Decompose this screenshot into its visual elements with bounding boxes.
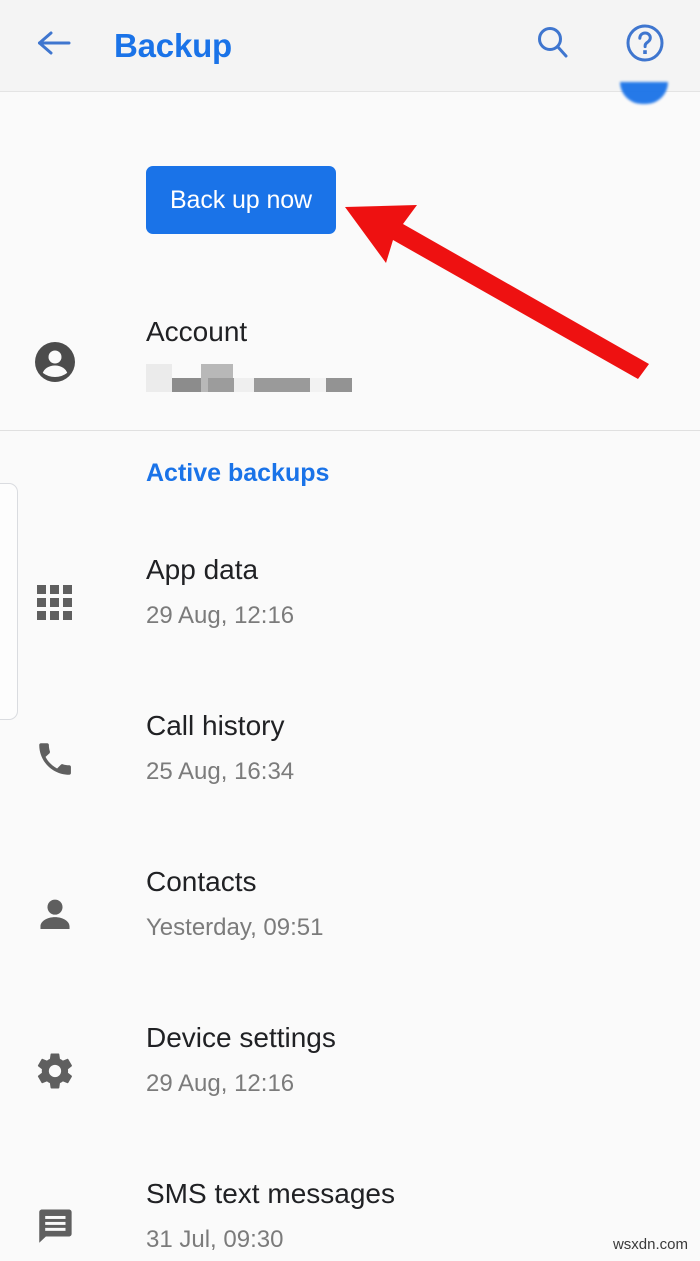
phone-icon: [32, 736, 78, 782]
account-label: Account: [146, 316, 248, 347]
list-item-title: Device settings: [146, 1022, 336, 1053]
list-item[interactable]: Call history 25 Aug, 16:34: [0, 688, 700, 844]
account-circle-icon: [33, 340, 77, 384]
watermark: wsxdn.com: [612, 1236, 688, 1253]
help-circle-icon: [624, 22, 666, 69]
list-item-timestamp: Yesterday, 09:51: [146, 914, 324, 941]
section-divider: [0, 430, 700, 431]
arrow-left-icon: [36, 27, 72, 64]
list-item[interactable]: Device settings 29 Aug, 12:16: [0, 1000, 700, 1156]
list-item[interactable]: SMS text messages 31 Jul, 09:30: [0, 1156, 700, 1261]
backup-list: App data 29 Aug, 12:16 Call history 25 A…: [0, 532, 700, 1261]
gear-icon: [32, 1048, 78, 1094]
list-item-title: App data: [146, 554, 259, 585]
help-button[interactable]: [618, 19, 672, 73]
page-title: Backup: [114, 26, 233, 64]
account-row[interactable]: Account: [0, 288, 700, 430]
list-item-timestamp: 25 Aug, 16:34: [146, 758, 295, 785]
back-up-now-button[interactable]: Back up now: [146, 166, 336, 234]
list-item-title: Contacts: [146, 866, 257, 897]
settings-content: Back up now Account Active backups App d…: [0, 82, 700, 1261]
list-item-timestamp: 29 Aug, 12:16: [146, 1070, 295, 1097]
search-icon: [533, 23, 573, 68]
message-icon: [32, 1204, 78, 1250]
apps-grid-icon: [32, 580, 78, 626]
person-icon: [32, 892, 78, 938]
list-item[interactable]: App data 29 Aug, 12:16: [0, 532, 700, 688]
search-button[interactable]: [526, 19, 580, 73]
app-bar: Backup: [0, 0, 700, 92]
list-item-title: SMS text messages: [146, 1178, 395, 1209]
list-item-timestamp: 29 Aug, 12:16: [146, 602, 295, 629]
list-item-timestamp: 31 Jul, 09:30: [146, 1226, 284, 1253]
list-item[interactable]: Contacts Yesterday, 09:51: [0, 844, 700, 1000]
partially-visible-chip: [620, 82, 668, 104]
back-button[interactable]: [28, 20, 80, 72]
account-email-redacted: [146, 362, 356, 392]
list-item-title: Call history: [146, 710, 285, 741]
active-backups-heading: Active backups: [146, 459, 330, 487]
